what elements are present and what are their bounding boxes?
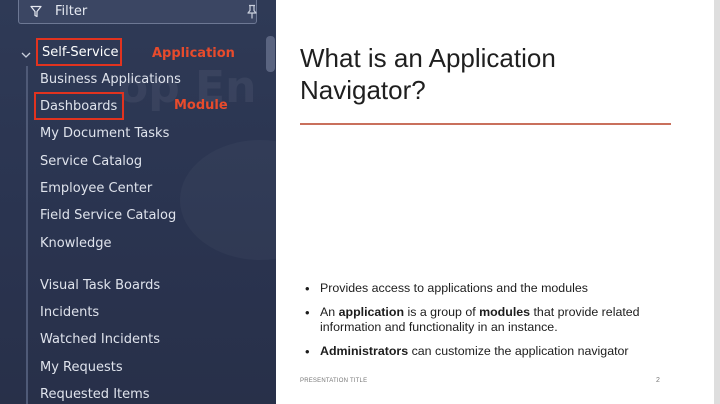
bullet-text-mid: is a group of [404, 305, 480, 319]
slide-title: What is an Application Navigator? [300, 43, 556, 105]
scrollbar-thumb[interactable] [266, 36, 275, 72]
module-incidents[interactable]: Incidents [40, 305, 99, 320]
bullet-item: An application is a group of modules tha… [304, 305, 674, 335]
bullet-item: Administrators can customize the applica… [304, 344, 674, 359]
module-my-document-tasks[interactable]: My Document Tasks [40, 126, 169, 141]
module-knowledge[interactable]: Knowledge [40, 236, 111, 251]
application-label: Self-Service [42, 44, 119, 60]
tree-line [26, 66, 28, 404]
presentation-slide: What is an Application Navigator? Provid… [276, 0, 714, 404]
slide-edge [714, 0, 720, 404]
bullet-text-post: can customize the application navigator [408, 344, 629, 358]
bullet-text: Provides access to applications and the … [320, 281, 588, 295]
module-business-applications[interactable]: Business Applications [40, 72, 181, 87]
bullet-bold-administrators: Administrators [320, 344, 409, 358]
bullet-bold-application: application [338, 305, 405, 319]
module-my-requests[interactable]: My Requests [40, 360, 123, 375]
pin-icon[interactable] [246, 4, 260, 20]
bullet-bold-modules: modules [479, 305, 531, 319]
bullet-text-pre: An [320, 305, 339, 319]
bullet-list: Provides access to applications and the … [304, 281, 674, 368]
module-visual-task-boards[interactable]: Visual Task Boards [40, 278, 160, 293]
page-number: 2 [656, 377, 660, 384]
footer-presentation-title: PRESENTATION TITLE [300, 378, 368, 384]
application-annotation: Application [152, 46, 235, 61]
title-divider [300, 123, 671, 125]
filter-input[interactable] [53, 3, 237, 20]
module-annotation: Module [174, 98, 228, 113]
module-service-catalog[interactable]: Service Catalog [40, 154, 142, 169]
module-field-service-catalog[interactable]: Field Service Catalog [40, 208, 176, 223]
filter-icon [30, 5, 44, 19]
bullet-item: Provides access to applications and the … [304, 281, 674, 296]
background-shape [180, 140, 276, 260]
module-highlight-box [34, 92, 124, 120]
application-navigator: op En Self-Service Application Business … [0, 0, 276, 404]
module-requested-items[interactable]: Requested Items [40, 387, 150, 402]
chevron-down-icon[interactable] [20, 45, 32, 58]
module-watched-incidents[interactable]: Watched Incidents [40, 332, 160, 347]
application-self-service[interactable]: Self-Service [36, 38, 122, 66]
filter-box[interactable] [18, 0, 257, 24]
module-employee-center[interactable]: Employee Center [40, 181, 152, 196]
